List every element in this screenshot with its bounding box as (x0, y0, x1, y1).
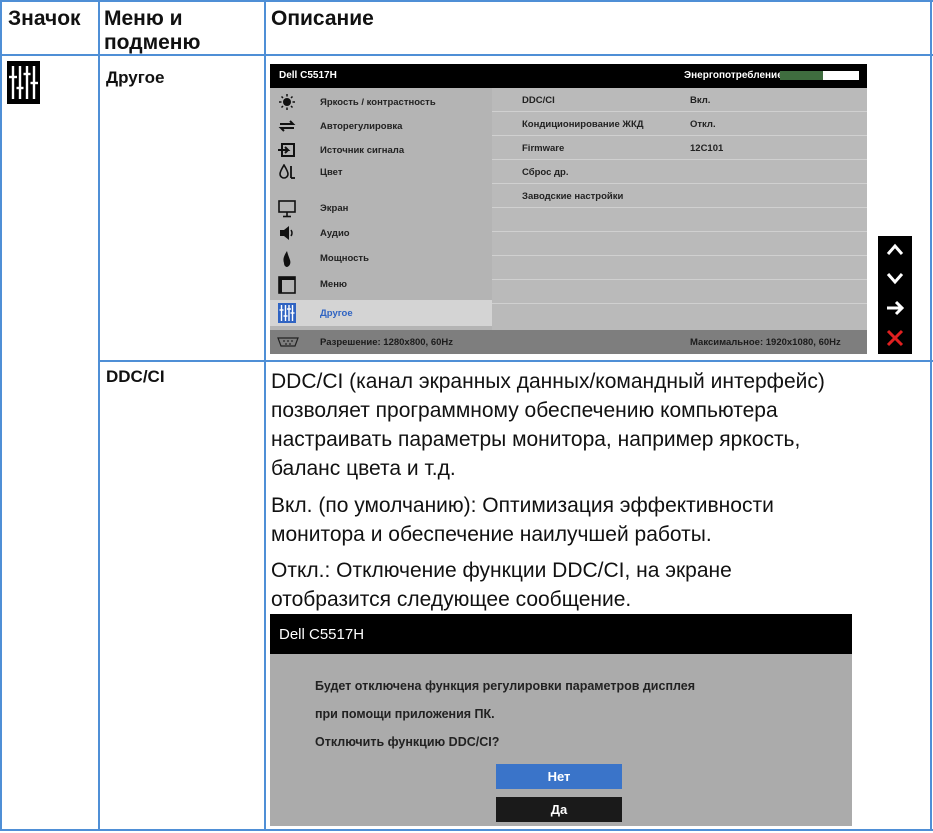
energy-meter (780, 71, 859, 80)
description-line: позволяет программному обеспечению компь… (271, 399, 778, 422)
submenu-row-empty (492, 256, 867, 280)
max-resolution: Максимальное: 1920x1080, 60Hz (690, 337, 841, 348)
menu-name-ddcci: DDC/CI (106, 367, 165, 386)
right-arrow-icon[interactable] (885, 298, 905, 318)
description-line: монитора и обеспечение наилучшей работы. (271, 523, 712, 546)
description-line: отобразится следующее сообщение. (271, 588, 632, 611)
display-icon (278, 200, 296, 218)
energy-meter-fill (780, 71, 824, 80)
table-col-divider-2 (264, 0, 266, 831)
osd-submenu: DDC/CI Вкл. Кондиционирование ЖКД Откл. … (492, 88, 867, 330)
energy-label: Энергопотребление (684, 70, 783, 81)
current-resolution: Разрешение: 1280x800, 60Hz (320, 337, 454, 348)
menu-item-power[interactable]: Мощность (270, 248, 492, 268)
ddcci-confirm-dialog: Dell C5517H Будет отключена функция регу… (270, 614, 852, 826)
table-border-left (0, 0, 2, 831)
description-line: DDC/CI (канал экранных данных/командный … (271, 370, 825, 393)
down-arrow-icon[interactable] (885, 268, 905, 288)
speaker-icon (280, 226, 293, 240)
header-description-column: Описание (271, 7, 374, 30)
submenu-row-firmware: Firmware 12C101 (492, 136, 867, 160)
submenu-key: Кондиционирование ЖКД (522, 119, 644, 130)
submenu-key: Заводские настройки (522, 191, 624, 202)
close-icon[interactable] (885, 328, 905, 348)
table-border-bottom (0, 829, 933, 831)
input-source-icon (278, 143, 295, 157)
ddcci-description-paragraph-1: DDC/CI (канал экранных данных/командный … (271, 367, 923, 483)
menu-item-label: Экран (320, 203, 349, 214)
menu-item-label: Меню (320, 279, 348, 290)
submenu-row-reset-other[interactable]: Сброс др. (492, 160, 867, 184)
yes-button[interactable]: Да (496, 797, 622, 822)
table-border-top (0, 0, 933, 2)
menu-item-label: Другое (320, 308, 353, 319)
ddcci-description-paragraph-3: Откл.: Отключение функции DDC/CI, на экр… (271, 556, 923, 614)
menu-item-input-source[interactable]: Источник сигнала (270, 140, 492, 160)
menu-item-display[interactable]: Экран (270, 198, 492, 218)
menu-item-label: Источник сигнала (320, 145, 405, 156)
menu-item-label: Яркость / контрастность (320, 97, 436, 108)
dialog-title: Dell C5517H (279, 626, 365, 643)
sliders-icon (278, 303, 296, 323)
video-connector-icon (277, 337, 299, 347)
menu-item-label: Цвет (320, 167, 343, 178)
auto-adjust-icon (278, 120, 296, 132)
menu-item-brightness[interactable]: Яркость / контрастность (270, 92, 492, 112)
submenu-row-factory-reset[interactable]: Заводские настройки (492, 184, 867, 208)
table-border-right (930, 0, 932, 831)
header-menu-column-line2: подменю (104, 31, 201, 54)
menu-item-label: Авторегулировка (320, 121, 403, 132)
menu-item-menu[interactable]: Меню (270, 274, 492, 294)
menu-name-other: Другое (106, 68, 165, 87)
osd-title-bar: Dell C5517H Энергопотребление (270, 64, 867, 88)
dialog-question: Отключить функцию DDC/CI? (315, 735, 500, 749)
submenu-row-empty (492, 280, 867, 304)
menu-icon (278, 276, 296, 294)
submenu-row-empty (492, 232, 867, 256)
up-arrow-icon[interactable] (885, 240, 905, 260)
ddcci-description-paragraph-2: Вкл. (по умолчанию): Оптимизация эффекти… (271, 491, 923, 549)
dialog-message-line: Будет отключена функция регулировки пара… (315, 679, 696, 693)
submenu-value: Откл. (690, 119, 716, 130)
submenu-key: DDC/CI (522, 95, 555, 106)
no-button[interactable]: Нет (496, 764, 622, 789)
header-menu-column-line1: Меню и (104, 7, 183, 30)
header-icon-column: Значок (8, 7, 81, 30)
menu-item-label: Мощность (320, 253, 369, 264)
osd-navigation-buttons (878, 236, 912, 354)
osd-title: Dell C5517H (279, 70, 337, 81)
submenu-row-lcd-conditioning[interactable]: Кондиционирование ЖКД Откл. (492, 112, 867, 136)
power-icon (283, 251, 291, 267)
description-line: баланс цвета и т.д. (271, 457, 456, 480)
brightness-icon (279, 94, 295, 110)
dialog-title-bar: Dell C5517H (270, 614, 852, 654)
submenu-row-ddcci[interactable]: DDC/CI Вкл. (492, 88, 867, 112)
table-col-divider-1 (98, 0, 100, 831)
osd-menu: Dell C5517H Энергопотребление Яркость / … (270, 64, 867, 354)
description-line: Откл.: Отключение функции DDC/CI, на экр… (271, 559, 732, 582)
submenu-key: Firmware (522, 143, 565, 154)
description-line: настраивать параметры монитора, например… (271, 428, 801, 451)
menu-item-color[interactable]: Цвет (270, 162, 492, 182)
menu-item-label: Аудио (320, 228, 350, 239)
osd-status-bar: Разрешение: 1280x800, 60Hz Максимальное:… (270, 330, 867, 354)
osd-main-menu: Яркость / контрастность Авторегулировка … (270, 88, 492, 330)
sliders-icon (7, 61, 40, 104)
dialog-message-line: при помощи приложения ПК. (315, 707, 495, 721)
submenu-key: Сброс др. (522, 167, 569, 178)
submenu-row-empty (492, 208, 867, 232)
menu-item-audio[interactable]: Аудио (270, 223, 492, 243)
menu-item-auto-adjust[interactable]: Авторегулировка (270, 116, 492, 136)
table-row-divider (98, 360, 933, 362)
menu-item-other[interactable]: Другое (270, 300, 492, 326)
description-line: Вкл. (по умолчанию): Оптимизация эффекти… (271, 494, 774, 517)
submenu-value: Вкл. (690, 95, 711, 106)
submenu-value: 12C101 (690, 143, 724, 154)
color-icon (279, 164, 295, 179)
